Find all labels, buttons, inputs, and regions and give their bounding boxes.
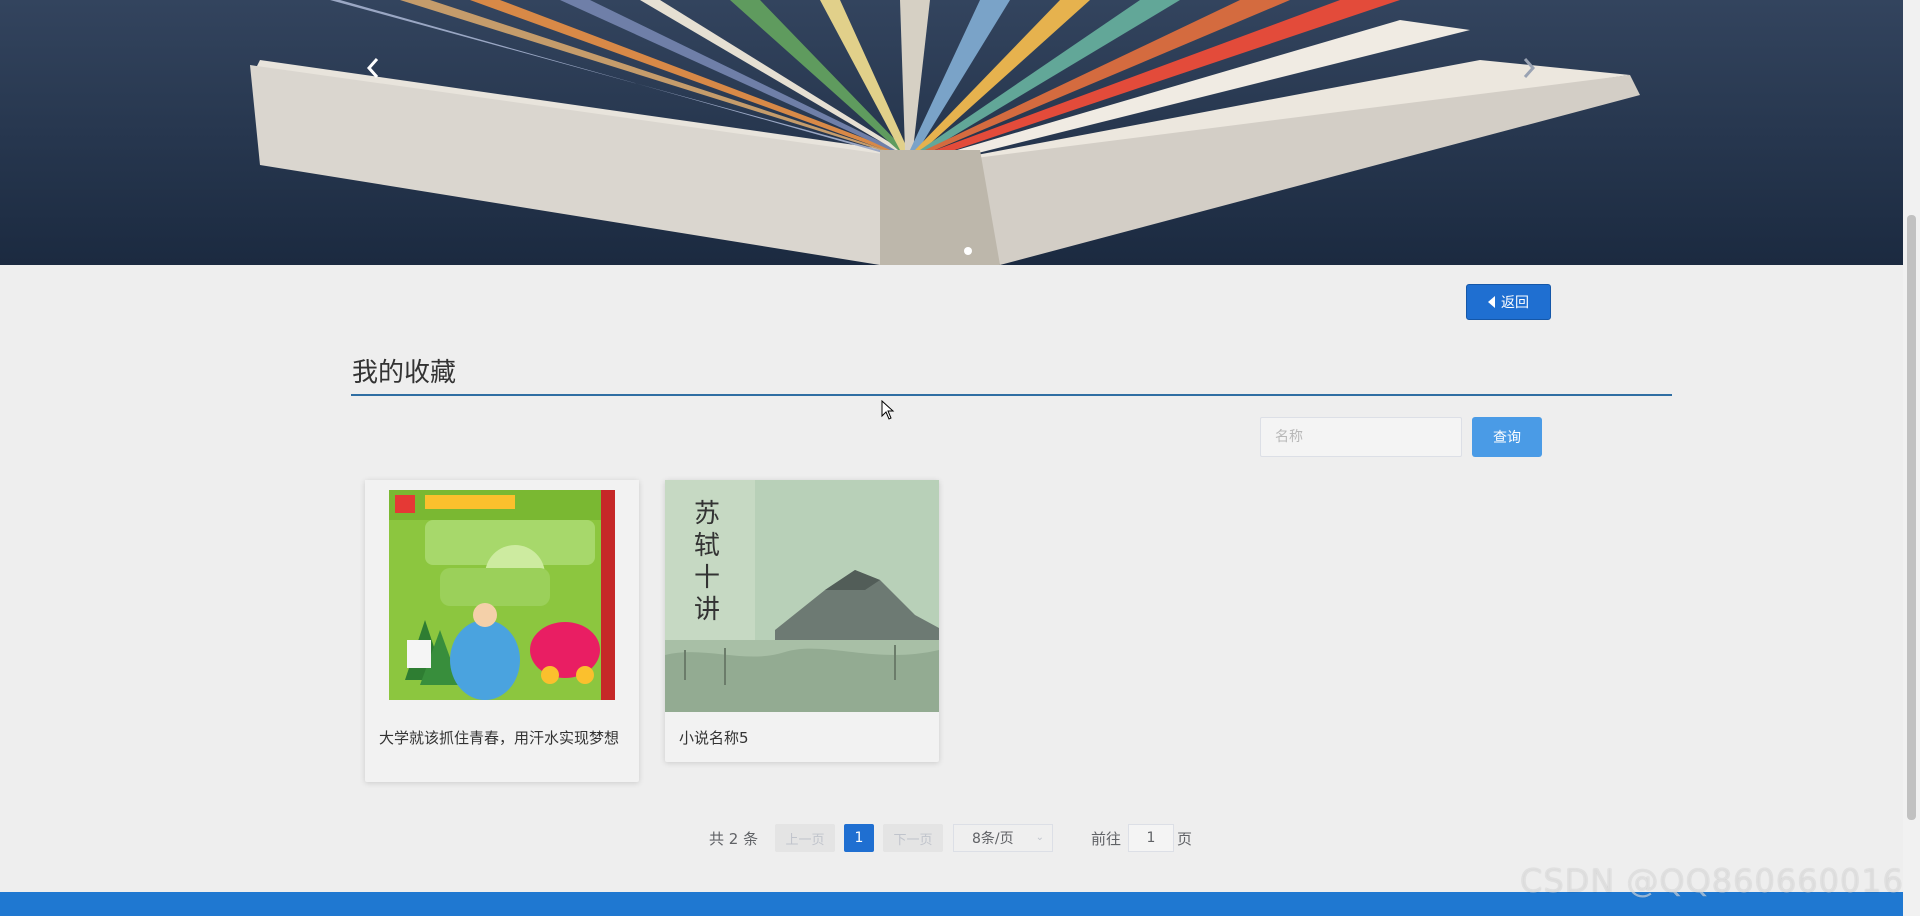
page-title: 我的收藏 <box>352 358 457 388</box>
page-size-value: 8条/页 <box>972 831 1014 847</box>
favorite-card[interactable]: 苏 轼 十 讲 小说名称5 <box>665 480 939 762</box>
pagination-goto-label: 前往 <box>1091 830 1122 848</box>
svg-text:苏: 苏 <box>694 499 720 529</box>
pagination-goto-unit: 页 <box>1177 830 1193 848</box>
page-size-select[interactable]: 8条/页 ⌄ <box>953 824 1053 852</box>
favorite-card-title: 大学就该抓住青春，用汗水实现梦想 <box>379 729 620 747</box>
pagination-goto-input[interactable] <box>1128 824 1174 852</box>
watermark-text: CSDN @QQ860660016 <box>1520 862 1905 900</box>
banner-carousel <box>0 0 1903 265</box>
pagination-next-button[interactable]: 下一页 <box>883 824 943 852</box>
title-divider <box>351 394 1672 396</box>
svg-text:十: 十 <box>694 563 720 593</box>
back-button[interactable]: 返回 <box>1466 284 1551 320</box>
pagination-page-1[interactable]: 1 <box>844 824 874 852</box>
chevron-right-icon <box>1523 58 1536 78</box>
favorite-card[interactable]: 大学就该抓住青春，用汗水实现梦想 <box>365 480 639 782</box>
mouse-cursor-icon <box>881 400 895 420</box>
search-input[interactable] <box>1260 417 1462 457</box>
pagination-total: 共 2 条 <box>709 830 759 848</box>
back-button-label: 返回 <box>1501 295 1529 311</box>
favorite-card-title: 小说名称5 <box>679 729 749 747</box>
svg-text:讲: 讲 <box>694 595 720 625</box>
pagination-prev-button[interactable]: 上一页 <box>775 824 835 852</box>
book-cover-image: 苏 轼 十 讲 <box>665 480 939 712</box>
scrollbar-thumb[interactable] <box>1907 215 1916 820</box>
banner-image <box>0 0 1903 265</box>
chevron-left-icon <box>366 58 379 78</box>
book-cover-image <box>365 480 639 712</box>
search-button[interactable]: 查询 <box>1472 417 1542 457</box>
carousel-next-button[interactable] <box>1509 48 1549 88</box>
svg-text:轼: 轼 <box>694 531 720 561</box>
vertical-scrollbar[interactable] <box>1903 0 1920 916</box>
carousel-prev-button[interactable] <box>353 48 393 88</box>
caret-left-icon <box>1488 296 1495 308</box>
carousel-indicator[interactable] <box>964 247 972 255</box>
chevron-down-icon: ⌄ <box>1035 832 1044 843</box>
